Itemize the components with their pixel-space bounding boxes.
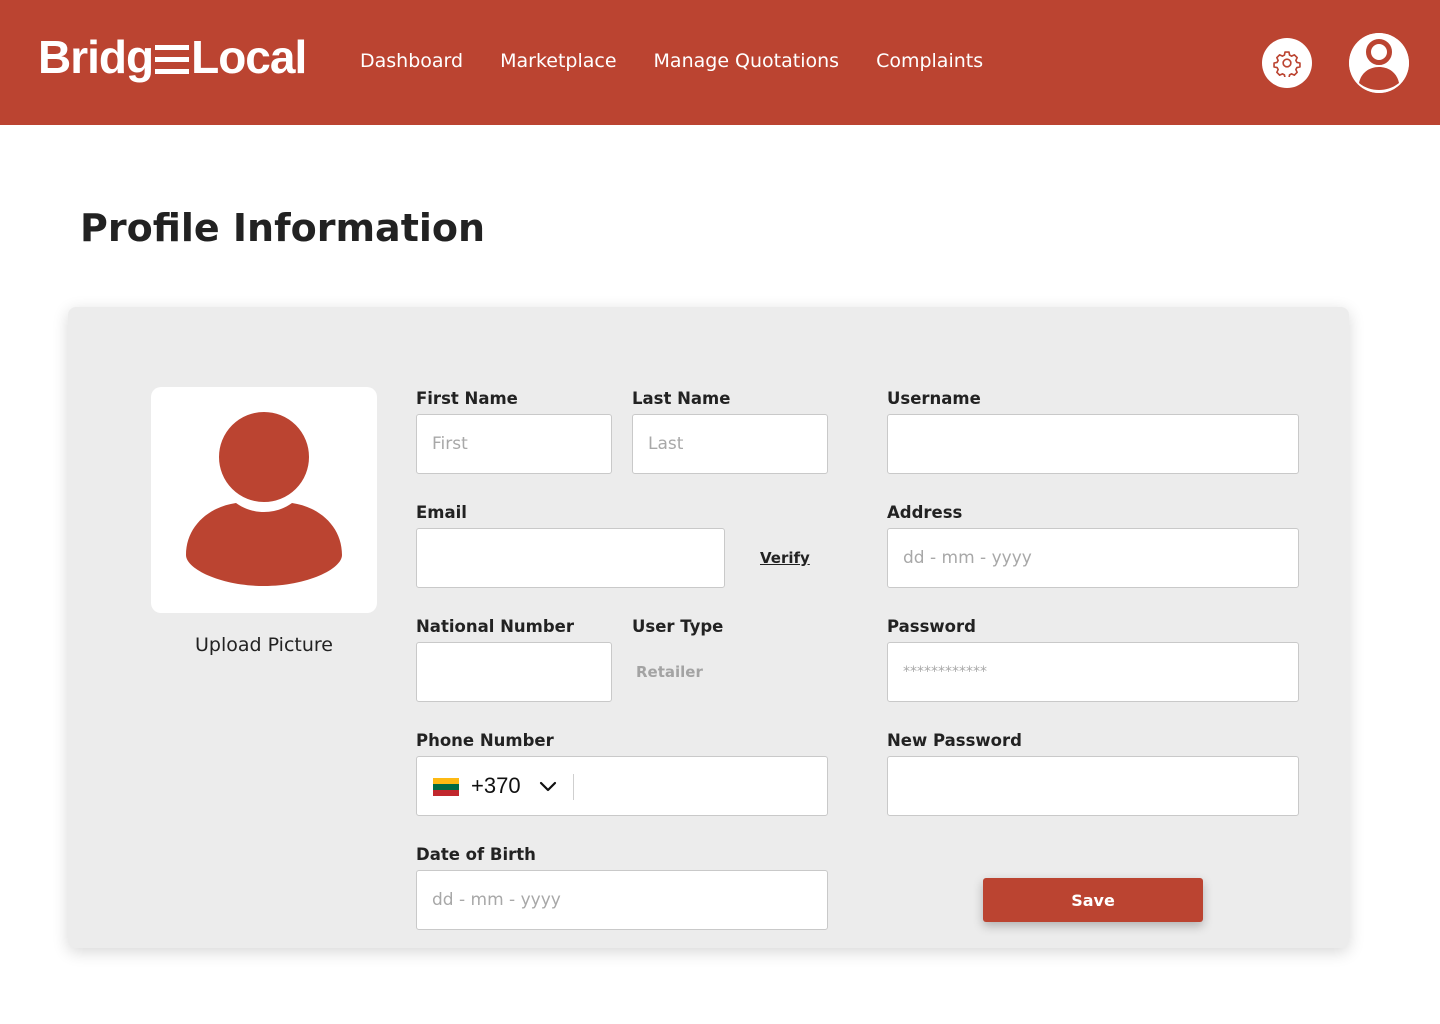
email-input[interactable] — [416, 528, 725, 588]
logo-bars-icon — [155, 45, 190, 75]
person-placeholder-icon — [186, 408, 342, 586]
password-label: Password — [887, 617, 976, 636]
email-label: Email — [416, 503, 467, 522]
phone-number-input[interactable] — [583, 765, 813, 807]
page-title: Profile Information — [80, 206, 486, 250]
logo-text-left: Bridg — [38, 31, 154, 83]
password-input[interactable] — [887, 642, 1299, 702]
nav-dashboard[interactable]: Dashboard — [360, 50, 463, 72]
nav-complaints[interactable]: Complaints — [876, 50, 983, 72]
new-password-input[interactable] — [887, 756, 1299, 816]
phone-divider — [573, 774, 574, 800]
main-nav: Dashboard Marketplace Manage Quotations … — [360, 50, 1020, 72]
address-input[interactable] — [887, 528, 1299, 588]
top-header: Bridg Local Dashboard Marketplace Manage… — [0, 0, 1440, 125]
phone-number-label: Phone Number — [416, 731, 554, 750]
date-of-birth-label: Date of Birth — [416, 845, 536, 864]
national-number-input[interactable] — [416, 642, 612, 702]
user-avatar-icon — [1349, 33, 1409, 93]
user-type-label: User Type — [632, 617, 724, 636]
verify-email-link[interactable]: Verify — [760, 549, 810, 567]
first-name-input[interactable] — [416, 414, 612, 474]
date-of-birth-input[interactable] — [416, 870, 828, 930]
username-input[interactable] — [887, 414, 1299, 474]
upload-picture-label[interactable]: Upload Picture — [151, 634, 377, 656]
gear-icon — [1273, 51, 1301, 77]
username-label: Username — [887, 389, 981, 408]
last-name-label: Last Name — [632, 389, 731, 408]
lithuania-flag-icon — [433, 778, 459, 796]
first-name-label: First Name — [416, 389, 518, 408]
phone-number-field: +370 — [416, 756, 828, 816]
address-label: Address — [887, 503, 963, 522]
chevron-down-icon[interactable] — [539, 778, 557, 796]
app-logo[interactable]: Bridg Local — [38, 31, 307, 83]
new-password-label: New Password — [887, 731, 1022, 750]
logo-text-right: Local — [191, 31, 307, 83]
user-type-value: Retailer — [636, 663, 703, 681]
profile-picture-box[interactable] — [151, 387, 377, 613]
profile-avatar-button[interactable] — [1349, 33, 1409, 93]
nav-marketplace[interactable]: Marketplace — [500, 50, 616, 72]
last-name-input[interactable] — [632, 414, 828, 474]
settings-button[interactable] — [1262, 38, 1312, 88]
nav-manage-quotations[interactable]: Manage Quotations — [654, 50, 840, 72]
national-number-label: National Number — [416, 617, 574, 636]
save-button[interactable]: Save — [983, 878, 1203, 922]
country-code-selector[interactable]: +370 — [471, 773, 521, 799]
